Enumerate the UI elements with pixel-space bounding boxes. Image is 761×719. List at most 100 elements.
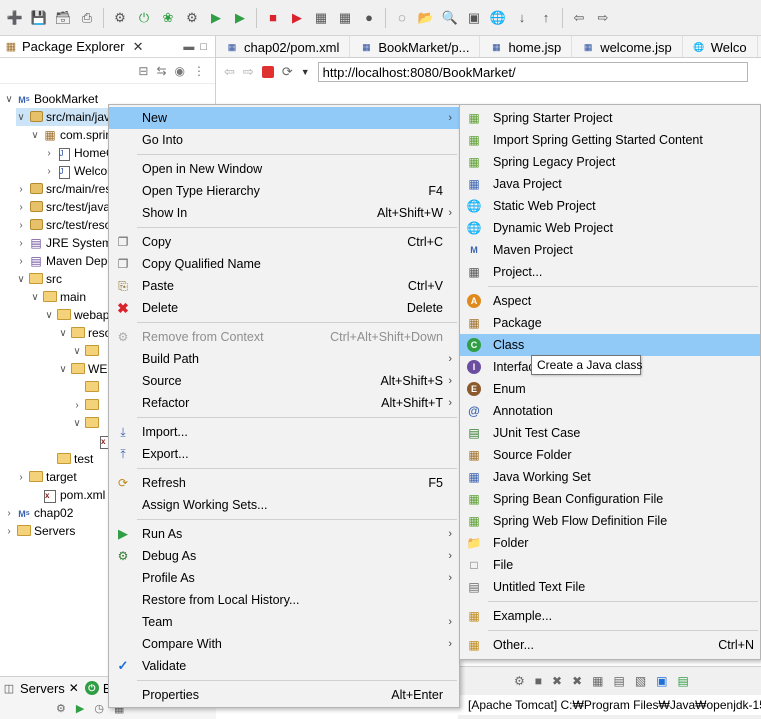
stop-icon[interactable]	[261, 66, 274, 78]
menu-item-junit-test-case[interactable]: ▤ JUnit Test Case	[460, 422, 760, 444]
menu-item-java-working-set[interactable]: ▦ Java Working Set	[460, 466, 760, 488]
chevron-down-icon[interactable]: ∨	[30, 130, 40, 141]
start-server-icon[interactable]: ▶	[76, 702, 84, 715]
editor-tab[interactable]: ▦ home.jsp	[480, 36, 573, 57]
external-tools-icon[interactable]: ▶	[286, 7, 308, 29]
scroll-lock-icon[interactable]: ▦	[592, 674, 603, 688]
tree-item[interactable]: ∨ src	[16, 270, 62, 288]
menu-item-refresh[interactable]: ⟳ Refresh F5	[109, 472, 459, 494]
open-task-icon[interactable]: ▣	[463, 7, 485, 29]
chevron-right-icon[interactable]: ›	[44, 166, 54, 177]
menu-item-project[interactable]: ▦ Project...	[460, 261, 760, 283]
menu-item-import-spring-getting-started-content[interactable]: ▦ Import Spring Getting Started Content	[460, 129, 760, 151]
globe-icon[interactable]: 🌐	[487, 7, 509, 29]
tree-item[interactable]: › Servers	[4, 522, 75, 540]
word-wrap-icon[interactable]: ▤	[613, 674, 624, 688]
print-icon[interactable]: ⎙	[76, 7, 98, 29]
menu-item-assign-working-sets[interactable]: Assign Working Sets...	[109, 494, 459, 516]
open-type-icon[interactable]: ◌	[391, 7, 413, 29]
tree-item[interactable]: ∨ webapp	[44, 306, 116, 324]
open-console-icon[interactable]: ▤	[678, 674, 689, 688]
stop-icon[interactable]: ■	[262, 7, 284, 29]
menu-item-other[interactable]: ▦ Other... Ctrl+N	[460, 634, 760, 656]
link-editor-icon[interactable]: ⇆	[156, 64, 166, 78]
tree-item[interactable]	[72, 378, 102, 396]
menu-item-spring-web-flow-definition-file[interactable]: ▦ Spring Web Flow Definition File	[460, 510, 760, 532]
new-class-icon[interactable]: ●	[358, 7, 380, 29]
new-package-icon[interactable]: ▦	[310, 7, 332, 29]
menu-item-compare-with[interactable]: Compare With ›	[109, 633, 459, 655]
profile-server-icon[interactable]: ◷	[94, 702, 104, 715]
menu-item-source[interactable]: Source Alt+Shift+S ›	[109, 370, 459, 392]
chevron-down-icon[interactable]: ∨	[16, 112, 26, 123]
tree-item[interactable]: x pom.xml	[30, 486, 105, 504]
tree-item[interactable]: ∨ main	[30, 288, 86, 306]
run-coverage-icon[interactable]: ▶	[229, 7, 251, 29]
tree-item[interactable]: › target	[16, 468, 76, 486]
spring-boot-icon[interactable]: ⏻	[133, 7, 155, 29]
chevron-right-icon[interactable]: ›	[16, 256, 26, 267]
display-console-icon[interactable]: ▣	[656, 674, 667, 688]
chevron-down-icon[interactable]: ∨	[72, 346, 82, 357]
filter-icon[interactable]: ◉	[175, 64, 185, 78]
tree-item[interactable]: › Ms chap02	[4, 504, 73, 522]
menu-item-enum[interactable]: E Enum	[460, 378, 760, 400]
run-icon[interactable]: ▶	[205, 7, 227, 29]
chevron-right-icon[interactable]: ›	[4, 508, 14, 519]
menu-item-package[interactable]: ▦ Package	[460, 312, 760, 334]
menu-item-spring-legacy-project[interactable]: ▦ Spring Legacy Project	[460, 151, 760, 173]
close-icon[interactable]: ✕	[69, 681, 79, 695]
remove-icon[interactable]: ✖	[552, 674, 562, 688]
menu-item-example[interactable]: ▦ Example...	[460, 605, 760, 627]
menu-item-export[interactable]: ⤒ Export...	[109, 443, 459, 465]
search-icon[interactable]: 🔍	[439, 7, 461, 29]
chevron-down-icon[interactable]: ∨	[16, 274, 26, 285]
menu-item-properties[interactable]: Properties Alt+Enter	[109, 684, 459, 706]
view-menu-icon[interactable]: ⋮	[193, 64, 205, 78]
save-all-icon[interactable]: 🗃	[52, 7, 74, 29]
menu-item-build-path[interactable]: Build Path ›	[109, 348, 459, 370]
menu-item-open-type-hierarchy[interactable]: Open Type Hierarchy F4	[109, 180, 459, 202]
debug-icon[interactable]: ⚙	[181, 7, 203, 29]
menu-item-import[interactable]: ⤓ Import...	[109, 421, 459, 443]
chevron-down-icon[interactable]: ∨	[44, 310, 54, 321]
debug-server-icon[interactable]: ⚙	[56, 702, 66, 715]
editor-tab[interactable]: ▦ BookMarket/p...	[350, 36, 481, 57]
menu-item-untitled-text-file[interactable]: ▤ Untitled Text File	[460, 576, 760, 598]
menu-item-debug-as[interactable]: ⚙ Debug As ›	[109, 545, 459, 567]
package-explorer-tab[interactable]: ▦ Package Explorer ✕	[0, 36, 148, 58]
editor-tab[interactable]: ▦ chap02/pom.xml	[216, 36, 351, 57]
prev-annotation-icon[interactable]: ↑	[535, 7, 557, 29]
menu-item-annotation[interactable]: @ Annotation	[460, 400, 760, 422]
servers-tab[interactable]: ◫ Servers ✕	[2, 681, 79, 696]
chevron-down-icon[interactable]: ▼	[301, 67, 310, 77]
menu-item-remove-from-context[interactable]: ⚙ Remove from Context Ctrl+Alt+Shift+Down	[109, 326, 459, 348]
open-folder-icon[interactable]: 📂	[415, 7, 437, 29]
menu-item-dynamic-web-project[interactable]: 🌐 Dynamic Web Project	[460, 217, 760, 239]
menu-item-team[interactable]: Team ›	[109, 611, 459, 633]
menu-item-paste[interactable]: ⎘ Paste Ctrl+V	[109, 275, 459, 297]
menu-item-class[interactable]: C Class	[460, 334, 760, 356]
refresh-icon[interactable]: ⟳	[282, 64, 293, 80]
menu-item-show-in[interactable]: Show In Alt+Shift+W ›	[109, 202, 459, 224]
menu-item-open-in-new-window[interactable]: Open in New Window	[109, 158, 459, 180]
close-icon[interactable]: ✕	[133, 39, 144, 55]
spring-leaf-icon[interactable]: ❀	[157, 7, 179, 29]
tree-item[interactable]: ∨	[72, 342, 102, 360]
url-input[interactable]	[317, 62, 748, 82]
tree-item[interactable]: › src/test/java	[16, 198, 110, 216]
next-annotation-icon[interactable]: ↓	[511, 7, 533, 29]
menu-item-aspect[interactable]: A Aspect	[460, 290, 760, 312]
menu-item-spring-bean-configuration-file[interactable]: ▦ Spring Bean Configuration File	[460, 488, 760, 510]
menu-item-spring-starter-project[interactable]: ▦ Spring Starter Project	[460, 107, 760, 129]
menu-item-validate[interactable]: ✓ Validate	[109, 655, 459, 677]
forward-icon[interactable]: ⇨	[243, 64, 254, 80]
new-project-icon[interactable]: ▦	[334, 7, 356, 29]
debug-config-icon[interactable]: ⚙	[109, 7, 131, 29]
chevron-right-icon[interactable]: ›	[16, 202, 26, 213]
menu-item-delete[interactable]: ✖ Delete Delete	[109, 297, 459, 319]
chevron-right-icon[interactable]: ›	[4, 526, 14, 537]
back-icon[interactable]: ⇦	[224, 64, 235, 80]
back-icon[interactable]: ⇦	[568, 7, 590, 29]
editor-tab[interactable]: 🌐 Welco	[683, 36, 758, 57]
